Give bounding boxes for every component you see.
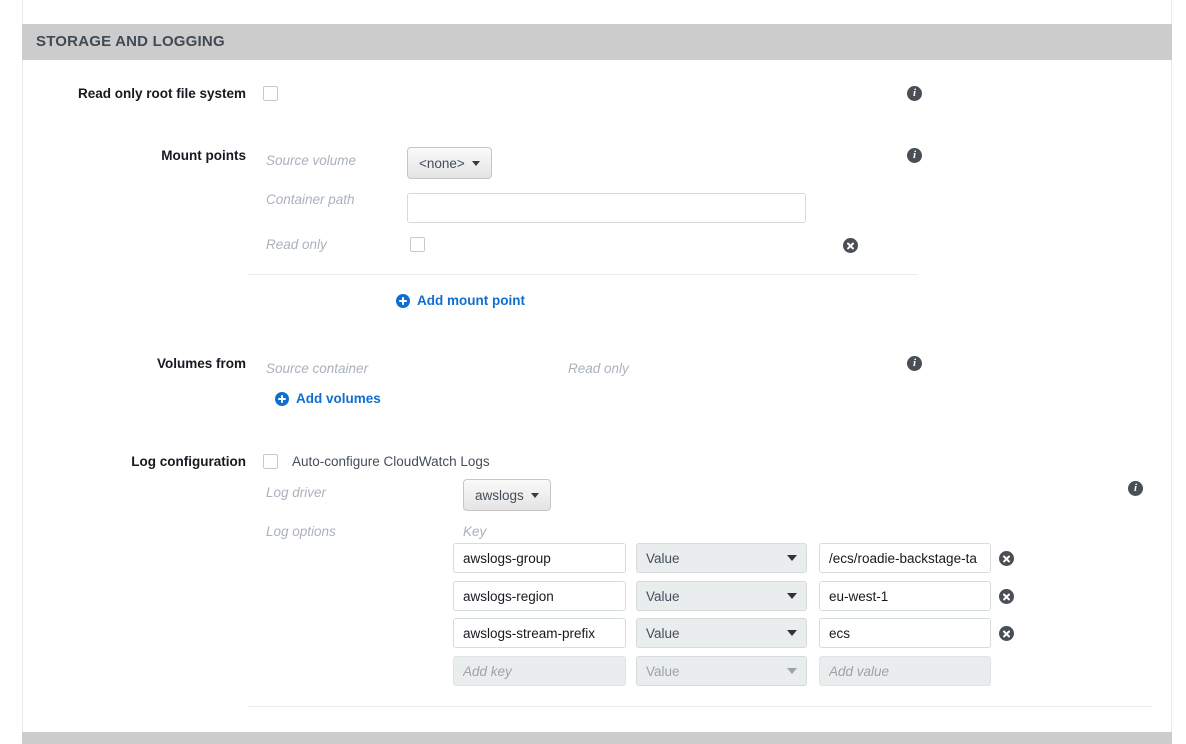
auto-configure-cloudwatch-checkbox[interactable] [263,454,278,469]
log-option-key-input[interactable] [453,543,626,573]
log-option-type-value: Value [646,625,680,641]
log-option-value-input[interactable] [819,543,991,573]
log-option-key-input[interactable] [453,581,626,611]
log-option-type-value: Value [646,588,680,604]
log-driver-dropdown[interactable]: awslogs [463,479,551,511]
volumes-from-label: Volumes from [156,356,246,371]
page-title: STORAGE AND LOGGING [36,33,225,50]
chevron-down-icon [471,160,480,166]
log-option-type-select[interactable]: Value [636,581,807,611]
log-option-key-input[interactable] [453,618,626,648]
mount-points-divider [247,274,918,275]
add-mount-point-label: Add mount point [417,293,525,308]
source-container-column-label: Source container [266,361,369,376]
remove-log-option-icon[interactable] [999,551,1014,566]
log-option-value-input[interactable] [819,581,991,611]
log-option-add-key-input[interactable] [453,656,626,686]
log-driver-label: Log driver [266,485,327,500]
log-driver-dropdown-value: awslogs [475,487,524,503]
read-only-root-label: Read only root file system [77,86,246,101]
footer-bar [22,732,1172,744]
add-volumes-link[interactable]: Add volumes [275,391,381,406]
add-mount-point-link[interactable]: Add mount point [396,293,525,308]
mount-read-only-checkbox[interactable] [410,237,425,252]
add-volumes-label: Add volumes [296,391,381,406]
log-option-type-select[interactable]: Value [636,543,807,573]
log-options-label: Log options [266,524,336,539]
mount-read-only-label: Read only [266,237,327,252]
container-path-input[interactable] [407,193,806,223]
log-option-add-type-select[interactable]: Value [636,656,807,686]
chevron-down-icon [787,630,797,636]
log-option-value-input[interactable] [819,618,991,648]
remove-mount-point-icon[interactable] [843,238,858,253]
info-icon[interactable]: i [1128,481,1143,496]
log-option-add-value-input[interactable] [819,656,991,686]
remove-log-option-icon[interactable] [999,626,1014,641]
read-only-root-checkbox[interactable] [263,86,278,101]
remove-log-option-icon[interactable] [999,589,1014,604]
chevron-down-icon [787,668,797,674]
chevron-down-icon [787,593,797,599]
chevron-down-icon [530,492,539,498]
log-option-add-type-value: Value [646,663,680,679]
log-configuration-divider [247,706,1152,707]
log-option-type-select[interactable]: Value [636,618,807,648]
volumes-read-only-column-label: Read only [568,361,629,376]
source-volume-dropdown[interactable]: <none> [407,147,492,179]
log-options-key-column-header: Key [463,524,487,539]
info-icon[interactable]: i [907,148,922,163]
mount-points-label: Mount points [161,148,246,163]
info-icon[interactable]: i [907,86,922,101]
source-volume-label: Source volume [266,153,357,168]
auto-configure-cloudwatch-label: Auto-configure CloudWatch Logs [292,454,490,469]
info-icon[interactable]: i [907,356,922,371]
source-volume-dropdown-value: <none> [419,155,465,171]
chevron-down-icon [787,555,797,561]
plus-circle-icon [275,391,289,406]
log-configuration-label: Log configuration [131,454,246,469]
plus-circle-icon [396,293,410,308]
log-option-type-value: Value [646,550,680,566]
container-path-label: Container path [266,192,355,207]
